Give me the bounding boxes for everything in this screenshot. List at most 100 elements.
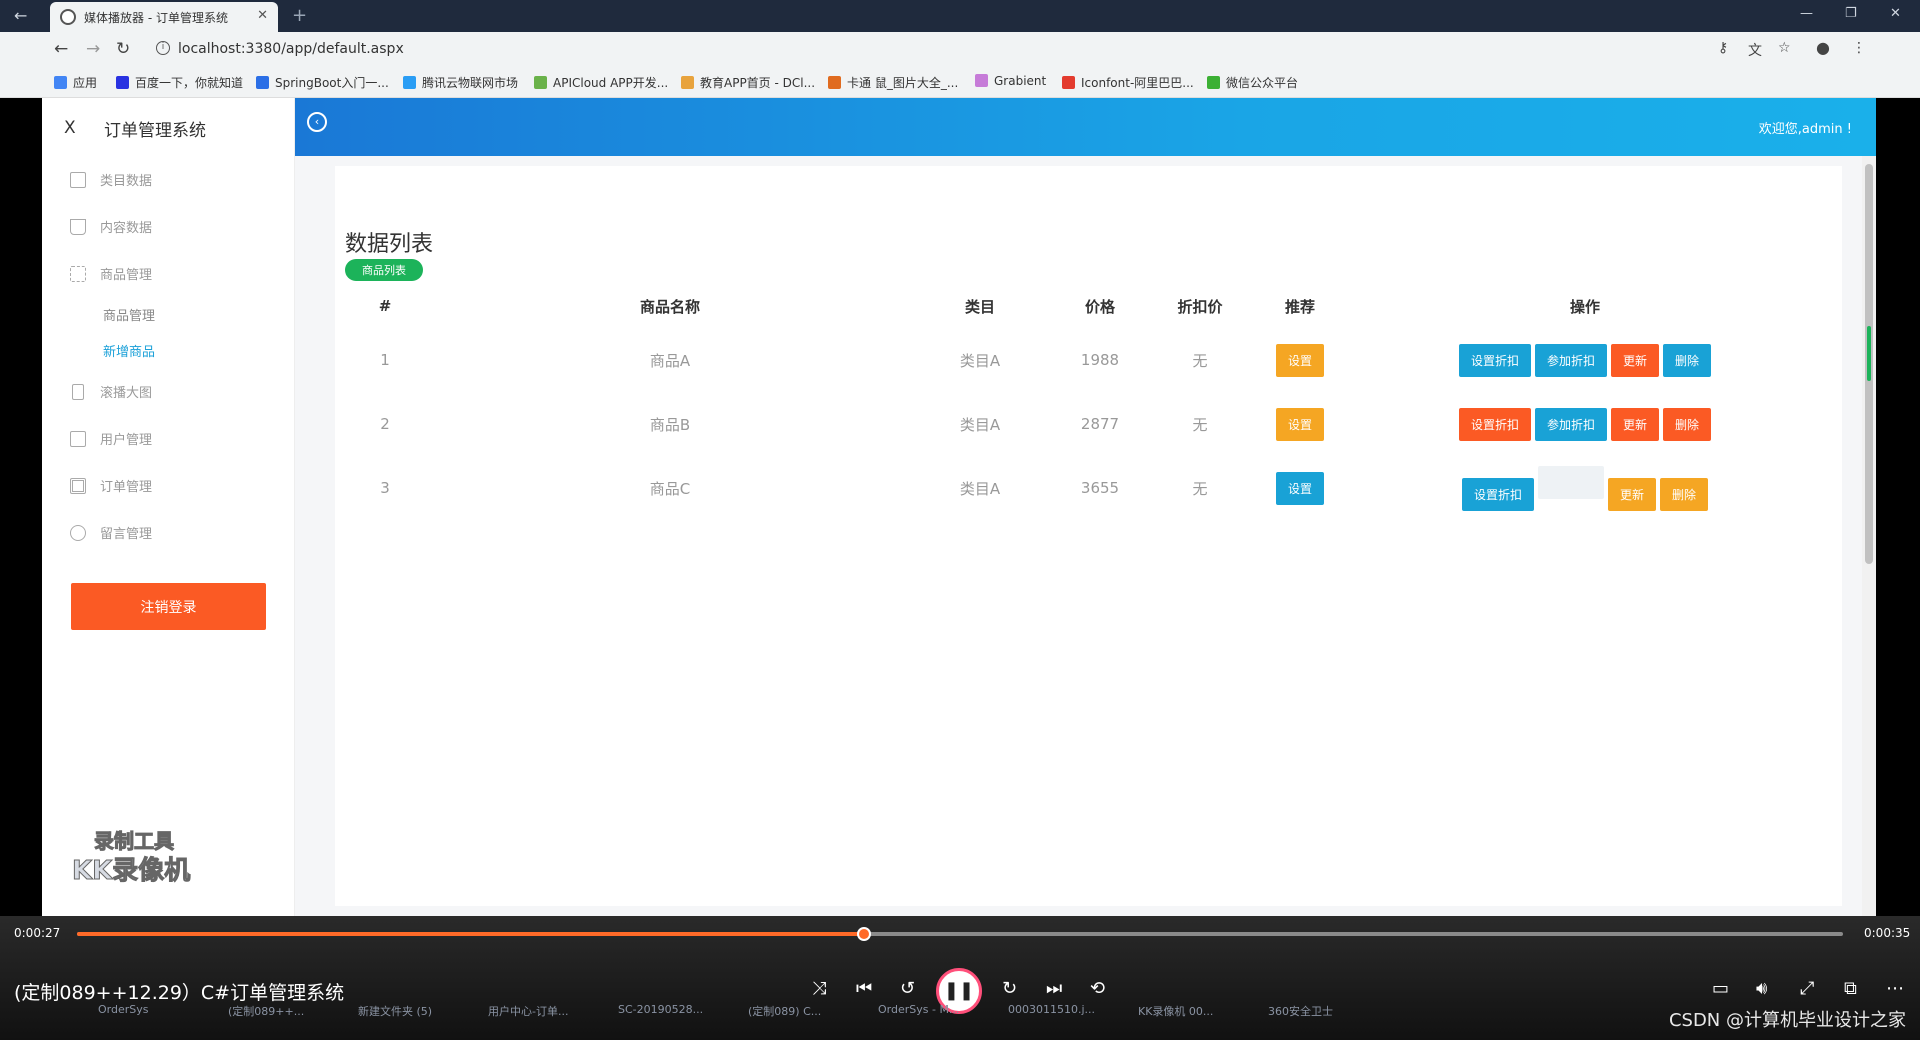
back-icon[interactable]: ← xyxy=(54,39,68,59)
bookmark-label: 百度一下，你就知道 xyxy=(135,76,244,90)
taskbar-item[interactable]: (定制089) C... xyxy=(748,1003,821,1019)
join-discount-button[interactable]: 参加折扣 xyxy=(1534,343,1607,377)
cell-name: 商品C xyxy=(649,479,691,498)
set-discount-button[interactable]: 设置折扣 xyxy=(1461,477,1534,511)
seek-bar[interactable] xyxy=(77,927,1843,941)
product-list-tag[interactable]: 商品列表 xyxy=(345,259,423,281)
column-header: 类目 xyxy=(964,297,995,316)
fullscreen-icon[interactable]: ⤢ xyxy=(1800,978,1814,999)
image-icon xyxy=(72,384,84,400)
sidebar-close-button[interactable]: X xyxy=(64,118,76,138)
join-discount-button[interactable] xyxy=(1537,465,1604,499)
sidebar-subitem-product-list[interactable]: 商品管理 xyxy=(103,305,155,324)
bookmark-item[interactable]: 教育APP首页 - DCl... xyxy=(681,74,815,91)
sidebar-item-carousel[interactable]: 滚播大图 xyxy=(70,382,152,404)
taskbar: OrderSys (定制089++... 新建文件夹 (5) 用户中心-订单... SC… xyxy=(42,1000,1876,1026)
bookmark-item[interactable]: APICloud APP开发... xyxy=(534,74,668,91)
taskbar-item[interactable]: KK录像机 00... xyxy=(1138,1003,1213,1019)
join-discount-button[interactable]: 参加折扣 xyxy=(1534,407,1607,441)
bookmark-item[interactable]: 微信公众平台 xyxy=(1207,74,1298,91)
subtitles-icon[interactable]: ▭ xyxy=(1712,978,1729,999)
bookmark-item[interactable]: 百度一下，你就知道 xyxy=(116,74,243,91)
sidebar-item-content[interactable]: 内容数据 xyxy=(70,217,152,239)
repeat-icon[interactable]: ⟲ xyxy=(1090,978,1105,999)
sidebar-item-products[interactable]: 商品管理 xyxy=(70,264,152,286)
window-back-icon[interactable]: ← xyxy=(14,6,27,25)
bookmark-item[interactable]: 腾讯云物联网市场 xyxy=(403,74,518,91)
bookmark-item[interactable]: 卡通 鼠_图片大全_... xyxy=(828,74,958,91)
reload-icon[interactable]: ↻ xyxy=(116,39,130,59)
recommend-button[interactable]: 设置 xyxy=(1275,407,1324,441)
update-button[interactable]: 更新 xyxy=(1611,343,1660,377)
sidebar-item-messages[interactable]: 留言管理 xyxy=(70,523,152,545)
app-title: 订单管理系统 xyxy=(104,121,206,141)
taskbar-item[interactable]: SC-20190528... xyxy=(618,1003,703,1016)
users-icon xyxy=(70,431,86,447)
translate-icon[interactable]: 文 xyxy=(1748,40,1762,60)
info-icon[interactable]: i xyxy=(156,41,170,55)
delete-button[interactable]: 删除 xyxy=(1663,407,1712,441)
bookmark-icon xyxy=(54,76,67,89)
sidebar-item-orders[interactable]: 订单管理 xyxy=(70,476,152,498)
restore-icon[interactable]: ❐ xyxy=(1845,6,1857,21)
bookmark-icon xyxy=(1207,76,1220,89)
table-row: 3 商品C 类目A 3655 无 设置 设置折扣 更新 删除 xyxy=(345,456,1815,520)
seek-handle[interactable] xyxy=(856,927,871,941)
next-icon[interactable]: ⏭ xyxy=(1046,978,1062,999)
back-circle-icon[interactable]: ‹ xyxy=(307,112,327,132)
sidebar-subitem-add-product[interactable]: 新增商品 xyxy=(103,341,155,360)
close-window-icon[interactable]: ✕ xyxy=(1890,6,1901,21)
browser-tab[interactable]: 媒体播放器 - 订单管理系统 ✕ xyxy=(50,2,278,32)
sidebar-item-category[interactable]: 类目数据 xyxy=(70,170,152,192)
taskbar-item[interactable]: OrderSys xyxy=(98,1003,148,1016)
bookmark-item[interactable]: SpringBoot入门一... xyxy=(256,74,389,91)
set-discount-button[interactable]: 设置折扣 xyxy=(1458,407,1531,441)
sidebar-item-users[interactable]: 用户管理 xyxy=(70,429,152,451)
rewind-10-icon[interactable]: ↺ xyxy=(900,978,915,999)
bookmark-item[interactable]: Grabient xyxy=(975,74,1046,88)
cell-actions: 设置折扣 参加折扣 更新 删除 xyxy=(1355,392,1815,456)
delete-button[interactable]: 删除 xyxy=(1663,343,1712,377)
bookmark-icon xyxy=(828,76,841,89)
taskbar-item[interactable]: 360安全卫士 xyxy=(1268,1003,1333,1019)
tab-close-icon[interactable]: ✕ xyxy=(257,8,268,23)
page-scrollbar[interactable] xyxy=(1862,156,1876,916)
set-discount-button[interactable]: 设置折扣 xyxy=(1458,343,1531,377)
key-icon[interactable]: ⚷ xyxy=(1718,40,1728,56)
sidebar-item-label: 商品管理 xyxy=(100,268,153,283)
previous-icon[interactable]: ⏮ xyxy=(856,978,872,999)
recommend-button[interactable]: 设置 xyxy=(1275,471,1324,505)
forward-icon[interactable]: → xyxy=(86,39,100,59)
cell-category: 类目A xyxy=(959,479,1001,498)
miniplayer-icon[interactable]: ⧉ xyxy=(1844,978,1857,999)
bookmark-item[interactable]: 应用 xyxy=(54,74,97,91)
taskbar-item[interactable]: 0003011510.j... xyxy=(1008,1003,1095,1016)
delete-button[interactable]: 删除 xyxy=(1660,477,1709,511)
sidebar-item-label: 内容数据 xyxy=(100,221,153,236)
taskbar-item[interactable]: 用户中心-订单... xyxy=(488,1003,568,1019)
logout-button[interactable]: 注销登录 xyxy=(71,583,266,630)
star-icon[interactable]: ☆ xyxy=(1778,40,1791,56)
url-field[interactable]: i localhost:3380/app/default.aspx xyxy=(150,36,1710,62)
menu-icon[interactable]: ⋮ xyxy=(1852,40,1866,56)
more-icon[interactable]: ⋯ xyxy=(1886,978,1904,999)
table-header-row: # 商品名称 类目 价格 折扣价 推荐 操作 xyxy=(345,284,1815,328)
forward-30-icon[interactable]: ↻ xyxy=(1002,978,1017,999)
minimize-icon[interactable]: — xyxy=(1800,6,1813,21)
update-button[interactable]: 更新 xyxy=(1607,477,1656,511)
new-tab-icon[interactable]: + xyxy=(292,5,307,26)
volume-icon[interactable]: 🔊︎ xyxy=(1756,978,1767,999)
cell-discount: 无 xyxy=(1192,479,1208,498)
profile-icon[interactable]: ● xyxy=(1816,38,1830,57)
taskbar-item[interactable]: 新建文件夹 (5) xyxy=(358,1003,432,1019)
cell-discount: 无 xyxy=(1192,351,1208,370)
cell-actions: 设置折扣 更新 删除 xyxy=(1355,456,1815,520)
url-text[interactable]: localhost:3380/app/default.aspx xyxy=(178,41,404,57)
bookmark-item[interactable]: Iconfont-阿里巴巴... xyxy=(1062,74,1194,91)
taskbar-item[interactable]: (定制089++... xyxy=(228,1003,304,1019)
update-button[interactable]: 更新 xyxy=(1611,407,1660,441)
recommend-button[interactable]: 设置 xyxy=(1275,343,1324,377)
taskbar-item[interactable]: OrderSys - M... xyxy=(878,1003,959,1016)
top-header: ‹ 欢迎您,admin ! xyxy=(295,98,1876,156)
shuffle-icon[interactable]: ⤨ xyxy=(812,978,826,999)
